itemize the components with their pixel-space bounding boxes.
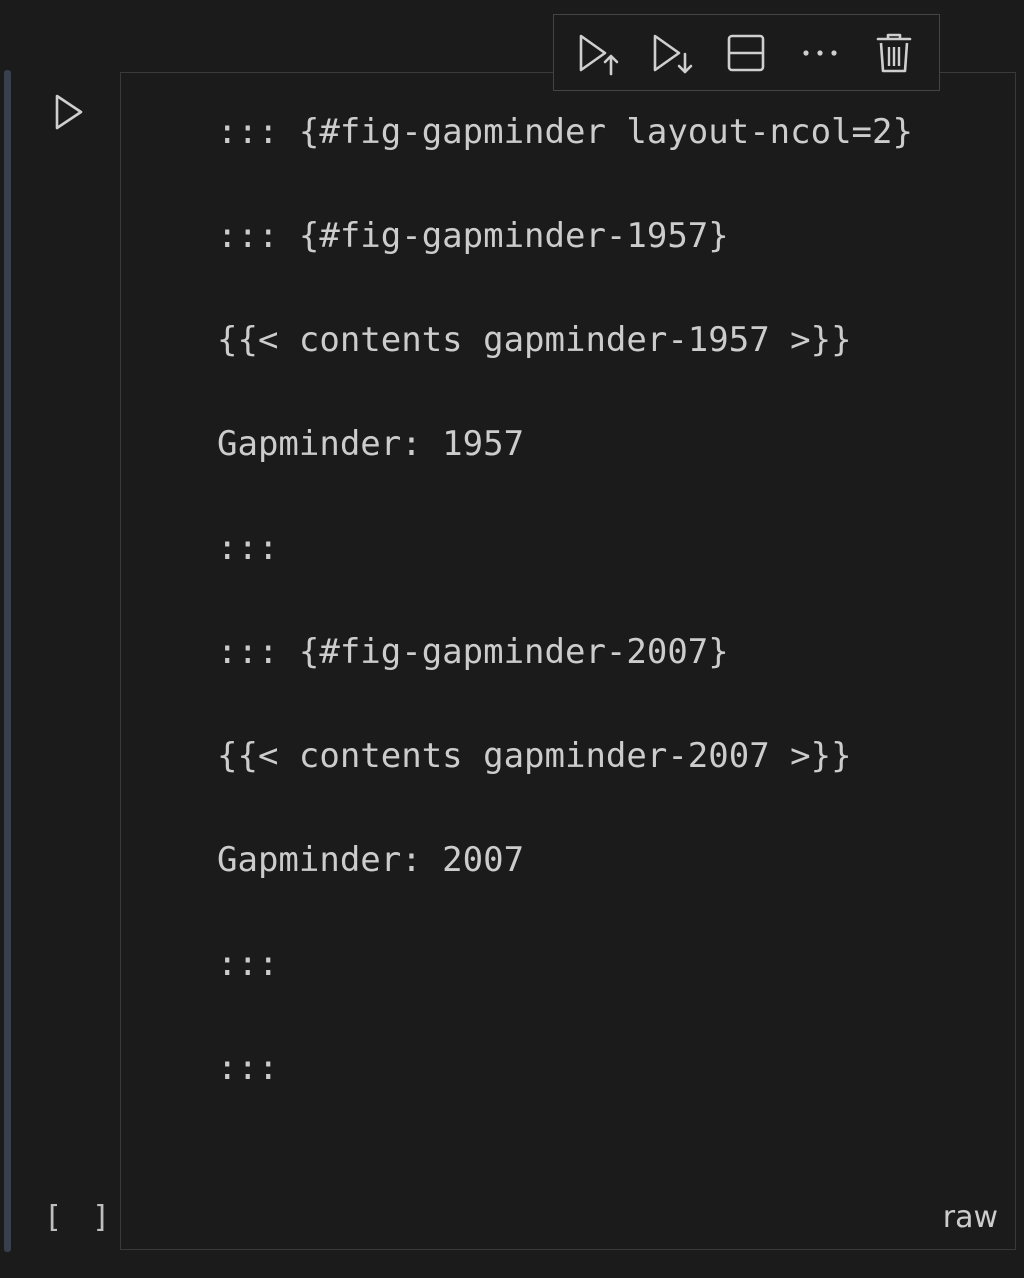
cell-focus-indicator (4, 70, 11, 1252)
run-above-icon (579, 34, 619, 75)
delete-cell-button[interactable] (866, 25, 922, 81)
execution-count: [ ] (44, 1200, 117, 1235)
more-actions-button[interactable] (792, 25, 848, 81)
code-line: ::: {#fig-gapminder-2007} (217, 632, 729, 672)
split-cell-button[interactable] (718, 25, 774, 81)
code-line: ::: (217, 944, 279, 984)
code-line: ::: (217, 528, 279, 568)
play-icon (55, 94, 83, 130)
execute-above-button[interactable] (571, 25, 627, 81)
split-cell-icon (728, 34, 765, 71)
code-line: ::: {#fig-gapminder layout-ncol=2} (217, 112, 913, 152)
cell-toolbar (553, 14, 940, 91)
ellipsis-icon (803, 49, 837, 56)
code-line: ::: (217, 1048, 279, 1088)
code-line: Gapminder: 1957 (217, 424, 525, 464)
trash-icon (876, 33, 912, 72)
cell-language-selector[interactable]: raw (943, 1200, 998, 1235)
execute-below-button[interactable] (645, 25, 701, 81)
cell-source[interactable]: ::: {#fig-gapminder layout-ncol=2} ::: {… (217, 110, 913, 1150)
run-below-icon (653, 34, 692, 73)
code-line: Gapminder: 2007 (217, 840, 525, 880)
code-line: {{< contents gapminder-1957 >}} (217, 320, 852, 360)
code-line: ::: {#fig-gapminder-1957} (217, 216, 729, 256)
run-cell-button[interactable] (48, 90, 90, 134)
code-line: {{< contents gapminder-2007 >}} (217, 736, 852, 776)
